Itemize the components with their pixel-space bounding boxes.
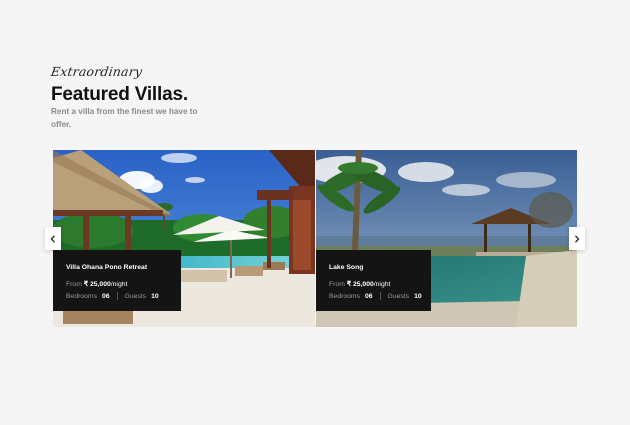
price-unit: /night xyxy=(373,281,391,288)
price-label: From xyxy=(329,281,345,288)
bedrooms-label: Bedrooms xyxy=(66,292,97,300)
villa-price-row: From ₹ 25,000/night xyxy=(66,280,127,288)
section-subtitle: Rent a villa from the finest we have to … xyxy=(51,107,198,129)
chevron-right-icon xyxy=(575,234,580,243)
guests-label: Guests xyxy=(124,292,147,300)
carousel-next-button[interactable] xyxy=(569,227,585,250)
bedrooms-label: Bedrooms xyxy=(329,292,360,300)
section-eyebrow: Extraordinary xyxy=(49,64,144,79)
villa-info-panel: Lake Song From ₹ 25,000/night Bedrooms 0… xyxy=(316,250,431,311)
meta-divider xyxy=(116,292,118,300)
price-label: From xyxy=(66,281,82,288)
guests-label: Guests xyxy=(387,292,410,300)
price-value: ₹ 25,000 xyxy=(83,281,111,288)
villa-meta-row: Bedrooms 06 Guests 10 xyxy=(66,292,159,300)
section-title: Featured Villas. xyxy=(51,84,188,105)
villa-info-panel: Villa Ohana Pono Retreat From ₹ 25,000/n… xyxy=(53,250,181,311)
guests-value: 10 xyxy=(151,292,159,300)
villa-meta-row: Bedrooms 06 Guests 10 xyxy=(329,292,422,300)
meta-divider xyxy=(379,292,381,300)
villa-card[interactable]: Villa Ohana Pono Retreat From ₹ 25,000/n… xyxy=(53,150,315,327)
villa-card[interactable]: Lake Song From ₹ 25,000/night Bedrooms 0… xyxy=(316,150,577,327)
carousel-prev-button[interactable] xyxy=(45,227,61,250)
chevron-left-icon xyxy=(50,234,55,243)
bedrooms-value: 06 xyxy=(101,292,110,300)
bedrooms-value: 06 xyxy=(364,292,373,300)
price-unit: /night xyxy=(110,281,128,288)
price-value: ₹ 25,000 xyxy=(346,281,374,288)
villa-name[interactable]: Villa Ohana Pono Retreat xyxy=(66,264,147,271)
guests-value: 10 xyxy=(414,292,422,300)
villa-name[interactable]: Lake Song xyxy=(329,264,363,271)
villa-price-row: From ₹ 25,000/night xyxy=(329,280,390,288)
